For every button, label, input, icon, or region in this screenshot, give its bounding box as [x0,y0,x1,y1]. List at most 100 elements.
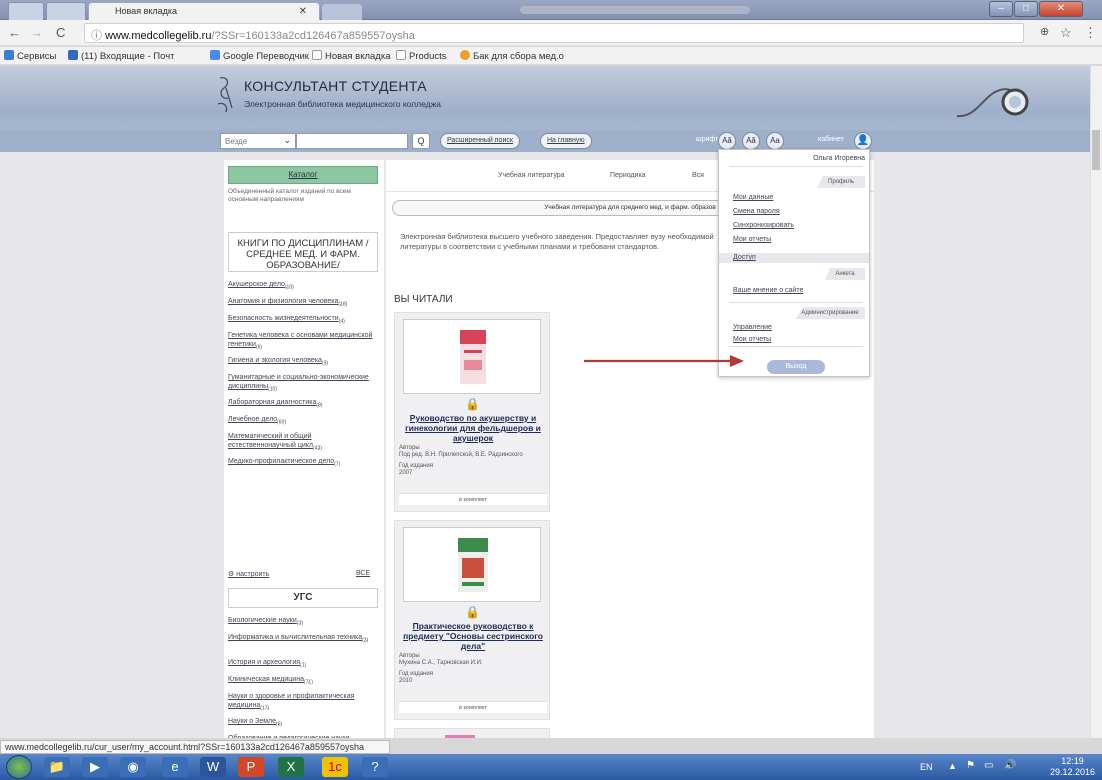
menu-item-management[interactable]: Управление [733,324,772,331]
zoom-icon[interactable]: ⊕ [1040,25,1049,38]
new-tab-button[interactable] [322,4,362,20]
bookmark-products[interactable]: Products [396,50,447,62]
discipline-link-label: Математический и общий естественнонаучны… [228,433,314,449]
discipline-link-count: (4) [338,318,345,325]
discipline-link-count: (3) [321,360,329,367]
menu-item-my-data[interactable]: Мои данные [733,194,773,201]
network-icon[interactable]: ▭ [984,760,993,771]
ugs-link[interactable]: Информатика и вычислительная техника(2) [228,633,380,645]
window-close-button[interactable]: ✕ [1039,1,1083,17]
reload-icon[interactable]: C [56,25,65,40]
year-value: 2010 [399,678,413,684]
home-link[interactable]: На главную [540,133,592,149]
discipline-link[interactable]: Генетика человека с основами медицинской… [228,331,380,352]
ugs-link[interactable]: Образование и педагогические науки(60) [228,734,380,738]
volume-icon[interactable]: 🔊 [1004,760,1016,771]
discipline-link[interactable]: Анатомия и физиология человека(18) [228,297,380,309]
settings-link[interactable]: ⚙ настроить [228,570,269,578]
media-player-icon[interactable]: ▶ [82,757,108,777]
font-large-button[interactable]: Aa [766,132,784,150]
maximize-button[interactable]: □ [1014,1,1038,17]
divider [729,302,863,303]
chrome-icon[interactable]: ◉ [120,757,146,777]
user-name: Ольга Игоревна [813,155,865,162]
discipline-link[interactable]: Лечебное дело(60) [228,415,380,427]
bookmark-apps[interactable]: Сервисы [4,50,56,62]
book-cover-image [445,735,475,738]
book-cover[interactable] [403,319,541,394]
bookmark-mail[interactable]: (11) Входящие - Почт [68,50,175,62]
ugs-link-label: Науки о здоровье и профилактическая меди… [228,693,355,709]
info-icon[interactable]: ⓘ [91,30,105,42]
tab-all[interactable]: Вся [692,172,704,179]
font-label: шрифт [696,136,719,143]
bookmark-bak[interactable]: Бак для сбора мед.о [460,50,564,62]
discipline-link[interactable]: Медико-профилактическое дело(7) [228,457,380,469]
bookmark-newtab[interactable]: Новая вкладка [312,50,390,62]
ugs-heading: УГС [228,588,378,608]
menu-item-access[interactable]: Доступ [733,254,756,261]
discipline-link[interactable]: Гуманитарные и социально-экономические д… [228,373,380,394]
back-icon[interactable]: ← [8,25,21,40]
discipline-link[interactable]: Лабораторная диагностика(9) [228,398,380,410]
star-icon[interactable]: ☆ [1060,25,1072,41]
ie-icon[interactable]: e [162,757,188,777]
forward-icon[interactable]: → [30,25,43,40]
font-small-button[interactable]: Aă [718,132,736,150]
discipline-link[interactable]: Безопасность жизнедеятельности(4) [228,314,380,326]
ugs-link[interactable]: Науки о здоровье и профилактическая меди… [228,692,380,713]
bookmark-translate[interactable]: Google Переводчик [210,50,309,62]
book-cover[interactable] [403,527,541,602]
ugs-link-label: Образование и педагогические науки [228,735,349,738]
tab-textbooks[interactable]: Учебная литература [498,172,565,179]
menu-icon[interactable]: ⋮ [1084,25,1097,41]
word-icon[interactable]: W [200,757,226,777]
book-title[interactable]: Руководство по акушерству и гинекологии … [399,413,547,443]
add-to-set-button[interactable]: в комплект [399,701,547,713]
close-icon[interactable]: ✕ [299,6,307,17]
ugs-link[interactable]: История и археология(1) [228,658,380,670]
search-button[interactable]: Q [412,133,430,149]
language-indicator[interactable]: EN [920,762,933,772]
flag-icon[interactable]: ⚑ [966,760,975,771]
excel-icon[interactable]: X [278,757,304,777]
clock[interactable]: 12:19 29.12.2016 [1050,756,1095,778]
search-scope-select[interactable]: Везде ⌄ [220,133,296,149]
discipline-link[interactable]: Математический и общий естественнонаучны… [228,432,380,453]
scrollbar-thumb[interactable] [1092,130,1100,170]
apps-icon [4,50,14,60]
browser-tab-active[interactable]: Новая вкладка ✕ [88,2,320,20]
all-link[interactable]: ВСЕ [356,570,370,577]
explorer-icon[interactable]: 📁 [44,757,70,777]
advanced-search-link[interactable]: Расширенный поиск [440,133,520,149]
discipline-link-count: (10) [268,386,278,393]
minimize-button[interactable]: – [989,1,1013,17]
menu-item-my-reports[interactable]: Мои отчеты [733,236,771,243]
menu-item-sync[interactable]: Синхронизировать [733,222,794,229]
logout-button[interactable]: Выход [767,360,825,374]
menu-item-admin-reports[interactable]: Мои отчеты [733,336,771,343]
book-title[interactable]: Практическое руководство к предмету "Осн… [399,621,547,651]
1c-icon[interactable]: 1c [322,757,348,777]
menu-item-change-password[interactable]: Смена пароля [733,208,780,215]
tab-periodicals[interactable]: Периодика [610,172,646,179]
powerpoint-icon[interactable]: P [238,757,264,777]
tab-ghost-2[interactable] [46,2,86,20]
discipline-link[interactable]: Акушерское дело(10) [228,280,380,292]
help-icon[interactable]: ? [362,757,388,777]
page-content: КОНСУЛЬТАНТ СТУДЕНТА Электронная библиот… [0,66,1090,738]
add-to-set-button[interactable]: в комплект [399,493,547,505]
ugs-link[interactable]: Науки о Земле(5) [228,717,380,729]
tray-expand-icon[interactable]: ▲ [948,761,957,771]
search-input[interactable] [296,133,408,149]
address-bar[interactable]: ⓘ www.medcollegelib.ru/?SSr=160133a2cd12… [84,23,1024,43]
catalog-button[interactable]: Каталог [228,166,378,184]
start-button[interactable] [6,755,32,779]
menu-item-feedback[interactable]: Ваше мнение о сайте [733,287,803,294]
ugs-link[interactable]: Клиническая медицина(71) [228,675,380,687]
ugs-link[interactable]: Биологические науки(3) [228,616,380,628]
user-icon[interactable]: 👤 [854,132,872,150]
font-medium-button[interactable]: Aă [742,132,760,150]
discipline-link[interactable]: Гигиена и экология человека(3) [228,356,380,368]
tab-ghost-1[interactable] [8,2,44,20]
